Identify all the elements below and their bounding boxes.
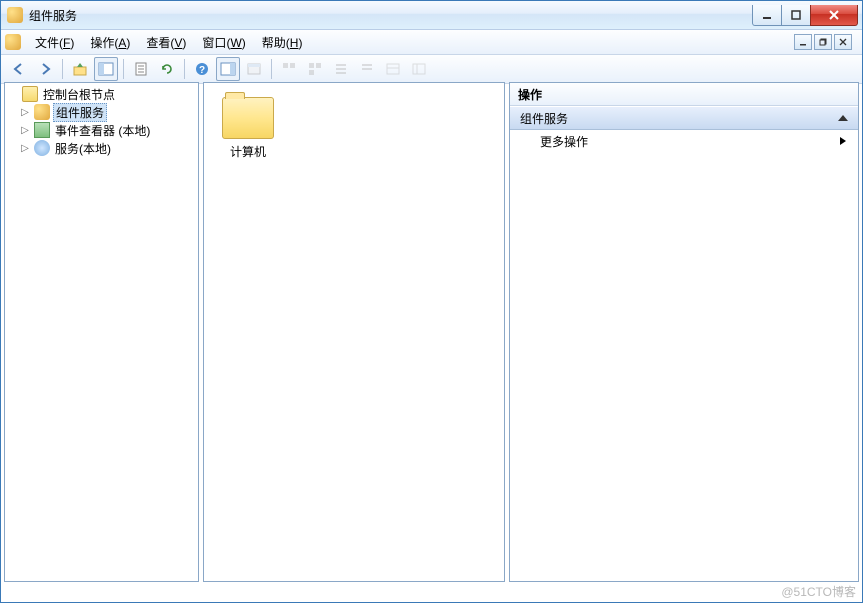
content-item-label: 计算机 [222,143,274,160]
close-icon [839,38,847,46]
separator [62,59,63,79]
refresh-icon [159,61,175,77]
folder-up-icon [72,61,88,77]
app-icon [7,7,23,23]
close-button[interactable] [810,5,858,26]
menu-help[interactable]: 帮助(H) [254,32,311,53]
list-icon [333,61,349,77]
title-bar: 组件服务 [1,1,862,30]
view-mode-1-button[interactable] [277,57,301,81]
folder-icon [222,97,274,139]
actions-section-header[interactable]: 组件服务 [510,106,858,130]
application-icon [246,61,262,77]
grid-icon [307,61,323,77]
up-button[interactable] [68,57,92,81]
minimize-icon [799,38,807,46]
tree-item-services[interactable]: ▷ 服务(本地) [5,139,198,157]
tree-item-label: 服务(本地) [53,140,113,157]
tree-item-label: 组件服务 [53,103,107,122]
details-icon [385,61,401,77]
actions-pane: 操作 组件服务 更多操作 [509,82,859,582]
expand-icon[interactable]: ▷ [19,107,31,118]
details-icon [411,61,427,77]
menu-view[interactable]: 查看(V) [138,32,194,53]
list-icon [359,61,375,77]
show-hide-action-pane-button[interactable] [216,57,240,81]
separator [123,59,124,79]
services-icon [34,140,50,156]
minimize-button[interactable] [752,5,782,26]
mdi-controls [794,34,852,50]
help-icon: ? [194,61,210,77]
client-area: 控制台根节点 ▷ 组件服务 ▷ 事件查看器 (本地) ▷ 服务(本地) [4,82,859,582]
event-viewer-icon [34,122,50,138]
properties-button[interactable] [129,57,153,81]
back-arrow-icon [11,61,27,77]
maximize-button[interactable] [781,5,811,26]
show-hide-console-tree-button[interactable] [94,57,118,81]
actions-more-label: 更多操作 [540,133,588,150]
view-mode-2-button[interactable] [303,57,327,81]
forward-button[interactable] [33,57,57,81]
system-menu-icon[interactable] [5,34,21,50]
expand-icon[interactable]: ▷ [19,125,31,136]
actions-more-item[interactable]: 更多操作 [510,130,858,152]
forward-arrow-icon [37,61,53,77]
separator [271,59,272,79]
mdi-restore-button[interactable] [814,34,832,50]
help-button[interactable]: ? [190,57,214,81]
expand-icon[interactable]: ▷ [19,143,31,154]
menu-bar: 文件(F) 操作(A) 查看(V) 窗口(W) 帮助(H) [1,30,862,55]
back-button[interactable] [7,57,31,81]
collapse-icon [838,115,848,121]
actions-section-label: 组件服务 [520,110,568,127]
tree-root-label: 控制台根节点 [41,86,117,103]
console-tree-pane: 控制台根节点 ▷ 组件服务 ▷ 事件查看器 (本地) ▷ 服务(本地) [4,82,199,582]
folder-icon [22,86,38,102]
content-item-computers[interactable]: 计算机 [212,91,274,160]
tree-item-label: 事件查看器 (本地) [53,122,152,139]
app-window: 组件服务 文件(F) 操作(A) 查看(V) 窗口(W) 帮助(H) [0,0,863,603]
window-buttons [753,5,858,25]
view-mode-6-button[interactable] [407,57,431,81]
view-mode-5-button[interactable] [381,57,405,81]
tree-item-event-viewer[interactable]: ▷ 事件查看器 (本地) [5,121,198,139]
mdi-close-button[interactable] [834,34,852,50]
grid-icon [281,61,297,77]
tree-pane-icon [98,61,114,77]
actions-header: 操作 [510,83,858,106]
menu-action[interactable]: 操作(A) [82,32,138,53]
watermark: @51CTO博客 [781,583,856,600]
action-pane-icon [220,61,236,77]
separator [184,59,185,79]
component-services-icon [34,104,50,120]
view-mode-4-button[interactable] [355,57,379,81]
window-title: 组件服务 [29,7,77,24]
tree-item-component-services[interactable]: ▷ 组件服务 [5,103,198,121]
svg-text:?: ? [199,65,205,76]
properties-icon [133,61,149,77]
content-pane: 计算机 [203,82,505,582]
menu-window[interactable]: 窗口(W) [194,32,253,53]
refresh-button[interactable] [155,57,179,81]
application-button[interactable] [242,57,266,81]
view-mode-3-button[interactable] [329,57,353,81]
menu-file[interactable]: 文件(F) [27,32,82,53]
submenu-arrow-icon [840,137,846,145]
close-icon [828,10,840,20]
toolbar: ? [1,55,862,84]
restore-icon [819,38,827,46]
mdi-minimize-button[interactable] [794,34,812,50]
minimize-icon [762,10,772,20]
maximize-icon [791,10,801,20]
tree-root[interactable]: 控制台根节点 [5,85,198,103]
